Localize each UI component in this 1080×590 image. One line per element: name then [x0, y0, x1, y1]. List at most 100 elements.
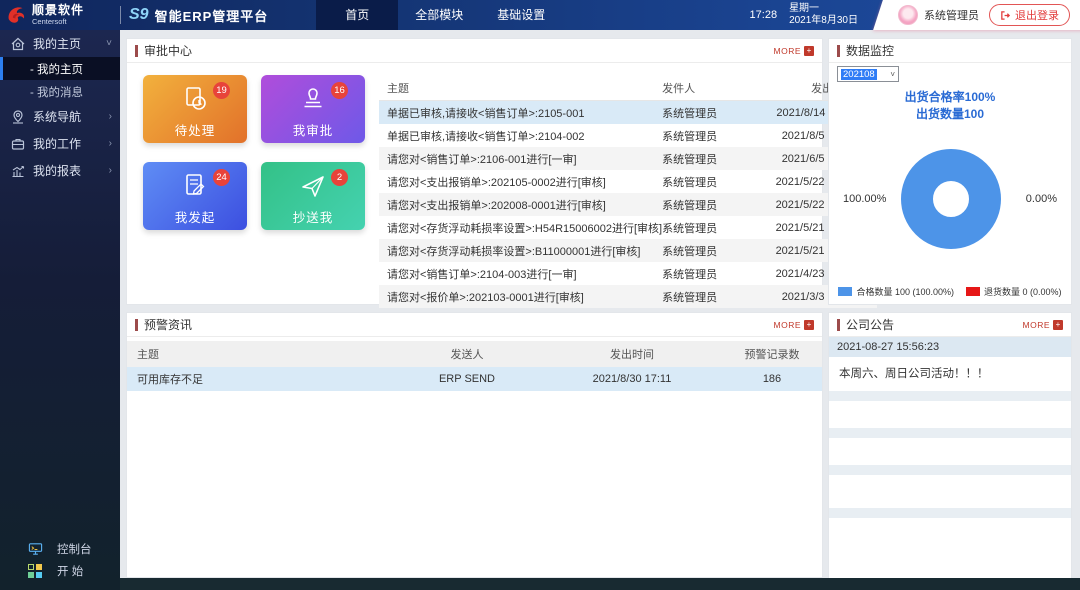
approval-center-panel: 审批中心 MORE + 待处理 19: [126, 38, 823, 305]
more-plus-icon: +: [1053, 320, 1063, 330]
start-icon: [28, 564, 43, 578]
chevron-right-icon: ›: [109, 165, 112, 176]
approval-row[interactable]: 请您对<存货浮动耗损率设置>:B11000001进行[审核] 系统管理员 202…: [379, 239, 865, 262]
approval-table: 主题 发件人 发出时间 单据已审核,请接收<销售订单>:2105-001 系统管…: [379, 75, 877, 308]
panel-title: 预警资讯: [144, 316, 774, 333]
sidebar-group-label: 我的主页: [33, 35, 106, 52]
tile-my-approvals[interactable]: 我审批 16: [261, 75, 365, 143]
count-badge: 19: [213, 82, 230, 99]
row-subject: 请您对<支出报销单>:202105-0002进行[审核]: [379, 174, 662, 190]
tile-pending[interactable]: 待处理 19: [143, 75, 247, 143]
pass-rate-text: 出货合格率100%: [829, 89, 1071, 106]
legend-swatch: [838, 287, 852, 296]
row-subject: 请您对<销售订单>:2106-001进行[一审]: [379, 151, 662, 167]
approval-row[interactable]: 单据已审核,请接收<销售订单>:2105-001 系统管理员 2021/8/14…: [379, 101, 865, 124]
legend-swatch: [966, 287, 980, 296]
row-subject: 请您对<支出报销单>:202008-0001进行[审核]: [379, 197, 662, 213]
row-sender: 系统管理员: [662, 243, 757, 259]
row-sender: 系统管理员: [662, 105, 757, 121]
chevron-down-icon: ˅: [106, 38, 112, 49]
logout-label: 退出登录: [1015, 7, 1059, 23]
dropdown-arrow-icon: ˅: [890, 70, 895, 79]
announcement-content: 本周六、周日公司活动！！！: [829, 357, 1071, 391]
more-plus-icon: +: [804, 320, 814, 330]
tab-base-settings[interactable]: 基础设置: [480, 0, 562, 30]
more-link[interactable]: MORE +: [774, 320, 815, 330]
approval-row[interactable]: 请您对<支出报销单>:202008-0001进行[审核] 系统管理员 2021/…: [379, 193, 865, 216]
approval-row[interactable]: 请您对<存货浮动耗损率设置>:H54R15006002进行[审核] 系统管理员 …: [379, 216, 865, 239]
sidebar: 我的主页 ˅ - 我的主页 - 我的消息 系统导航 › 我的工作 › 我的报表 …: [0, 30, 120, 590]
sidebar-group-my-work[interactable]: 我的工作 ›: [0, 130, 120, 157]
sidebar-footer: 控制台 开 始: [0, 538, 120, 582]
sidebar-group-my-home[interactable]: 我的主页 ˅: [0, 30, 120, 57]
row-subject: 请您对<销售订单>:2104-003进行[一审]: [379, 266, 662, 282]
stamp-icon: [298, 84, 328, 114]
row-sender: 系统管理员: [662, 266, 757, 282]
start-button[interactable]: 开 始: [0, 560, 120, 582]
approval-tiles: 待处理 19 我审批 16 我: [143, 75, 365, 308]
console-button[interactable]: 控制台: [0, 538, 120, 560]
approval-table-header: 主题 发件人 发出时间: [379, 75, 865, 101]
sidebar-item-my-messages[interactable]: - 我的消息: [0, 80, 120, 103]
tile-initiated-by-me[interactable]: 我发起 24: [143, 162, 247, 230]
legend-item: 合格数量 100 (100.00%): [838, 285, 954, 298]
user-section: 系统管理员 退出登录: [872, 0, 1080, 30]
approval-row[interactable]: 单据已审核,请接收<销售订单>:2104-002 系统管理员 2021/8/5 …: [379, 124, 865, 147]
monitor-stats: 出货合格率100% 出货数量100: [829, 89, 1071, 123]
home-icon: [10, 36, 26, 52]
alert-row[interactable]: 可用库存不足 ERP SEND 2021/8/30 17:11 186: [127, 367, 822, 391]
announcement-time: 2021-08-27 15:56:23: [829, 337, 1071, 357]
product-title: 智能ERP管理平台: [155, 6, 269, 25]
logo-swirl-icon: [6, 4, 28, 26]
logout-button[interactable]: 退出登录: [989, 4, 1070, 26]
tile-cc-to-me[interactable]: 抄送我 2: [261, 162, 365, 230]
weekday: 星期一: [789, 3, 858, 15]
avatar[interactable]: [898, 5, 918, 25]
sidebar-item-my-home[interactable]: - 我的主页: [0, 57, 120, 80]
panel-title: 公司公告: [846, 316, 1023, 333]
announcement-item[interactable]: 2021-08-27 15:56:23 本周六、周日公司活动！！！: [829, 337, 1071, 391]
chevron-right-icon: ›: [109, 111, 112, 122]
doc-pencil-icon: [180, 171, 210, 201]
row-sender: 系统管理员: [662, 220, 757, 236]
tab-all-modules[interactable]: 全部模块: [398, 0, 480, 30]
shipment-qty-text: 出货数量100: [829, 106, 1071, 123]
date: 2021年8月30日: [789, 15, 858, 27]
tab-home[interactable]: 首页: [316, 0, 398, 30]
donut-chart: [899, 147, 1003, 251]
more-link[interactable]: MORE +: [774, 46, 815, 56]
accent-bar: [837, 45, 840, 57]
top-bar: 顺景软件 Centersoft S9 智能ERP管理平台 首页 全部模块 基础设…: [0, 0, 1080, 30]
row-sender: 系统管理员: [662, 289, 757, 305]
sidebar-group-my-reports[interactable]: 我的报表 ›: [0, 157, 120, 184]
paper-plane-icon: [298, 171, 328, 201]
period-select[interactable]: 202108 ˅: [837, 66, 899, 82]
count-badge: 2: [331, 169, 348, 186]
approval-row[interactable]: 请您对<销售订单>:2104-003进行[一审] 系统管理员 2021/4/23…: [379, 262, 865, 285]
current-user: 系统管理员: [924, 7, 979, 23]
row-subject: 请您对<报价单>:202103-0001进行[审核]: [379, 289, 662, 305]
panel-header: 审批中心 MORE +: [127, 39, 822, 63]
row-sender: 系统管理员: [662, 128, 757, 144]
clock: 17:28: [750, 9, 778, 21]
panel-title: 数据监控: [846, 42, 1063, 59]
approval-row[interactable]: 请您对<支出报销单>:202105-0002进行[审核] 系统管理员 2021/…: [379, 170, 865, 193]
more-link[interactable]: MORE +: [1023, 320, 1064, 330]
row-subject: 请您对<存货浮动耗损率设置>:B11000001进行[审核]: [379, 243, 662, 259]
accent-bar: [135, 45, 138, 57]
row-subject: 单据已审核,请接收<销售订单>:2105-001: [379, 105, 662, 121]
approval-row[interactable]: 请您对<销售订单>:2106-001进行[一审] 系统管理员 2021/6/5 …: [379, 147, 865, 170]
more-plus-icon: +: [804, 46, 814, 56]
product-logo: S9: [129, 6, 149, 24]
doc-clock-icon: [180, 84, 210, 114]
approval-row[interactable]: 请您对<报价单>:202103-0001进行[审核] 系统管理员 2021/3/…: [379, 285, 865, 308]
main-content: 审批中心 MORE + 待处理 19: [120, 30, 1080, 590]
row-sender: 系统管理员: [662, 174, 757, 190]
console-icon: [28, 542, 43, 556]
alert-count: 186: [722, 373, 822, 385]
sidebar-group-system-nav[interactable]: 系统导航 ›: [0, 103, 120, 130]
row-subject: 单据已审核,请接收<销售订单>:2104-002: [379, 128, 662, 144]
alerts-table-header: 主题 发送人 发出时间 预警记录数: [127, 341, 822, 367]
row-sender: 系统管理员: [662, 151, 757, 167]
alert-subject: 可用库存不足: [127, 371, 392, 387]
